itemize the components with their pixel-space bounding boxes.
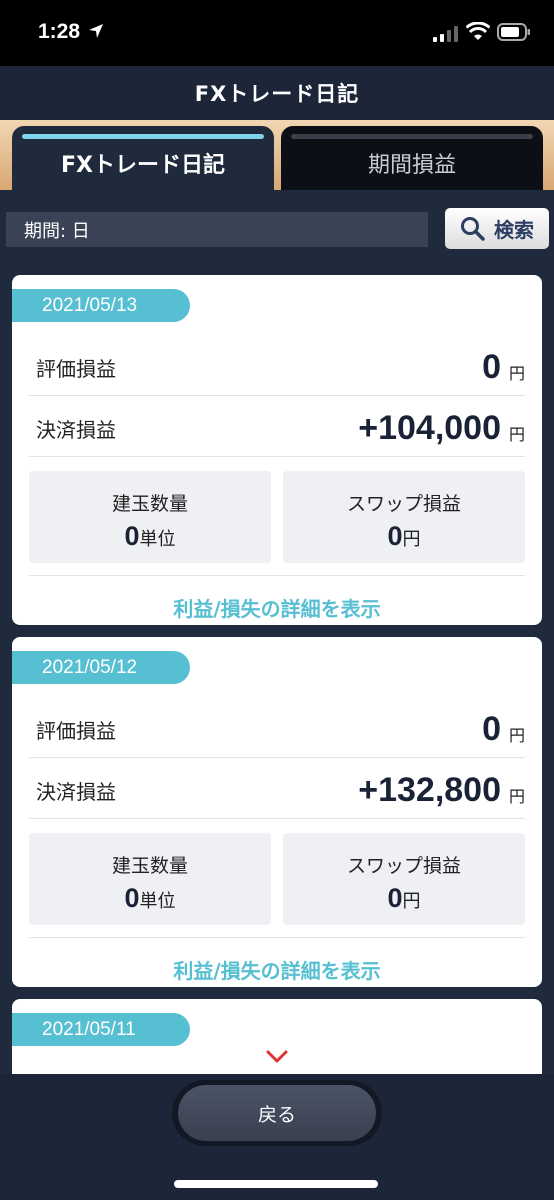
- tab-label: FXトレード日記: [61, 153, 225, 178]
- search-button-label: 検索: [494, 218, 534, 242]
- tab-label: 期間損益: [367, 153, 456, 178]
- home-indicator: [174, 1180, 378, 1188]
- diary-card: 2021/05/13 評価損益 0 円 決済損益 +104,000 円 建玉数量…: [12, 275, 542, 625]
- realized-pnl-unit: 円: [508, 787, 525, 806]
- realized-pnl-label: 決済損益: [36, 780, 116, 804]
- date-badge: 2021/05/12: [12, 651, 190, 684]
- position-quantity-box: 建玉数量 0単位: [29, 471, 271, 563]
- realized-pnl-value: +132,800: [358, 771, 501, 809]
- chevron-down-icon[interactable]: [266, 1050, 288, 1064]
- unrealized-pnl-value: 0: [482, 710, 501, 748]
- bottom-bar: 戻る: [0, 1074, 554, 1200]
- diary-card: 2021/05/12 評価損益 0 円 決済損益 +132,800 円 建玉数量…: [12, 637, 542, 987]
- status-time: 1:28: [38, 20, 81, 43]
- swap-pnl-value: 0: [387, 521, 403, 551]
- position-quantity-value: 0: [124, 883, 140, 913]
- swap-pnl-value: 0: [387, 883, 403, 913]
- back-button[interactable]: 戻る: [178, 1085, 376, 1141]
- page-title: FXトレード日記: [194, 82, 360, 106]
- tab-fx-trade-diary[interactable]: FXトレード日記: [12, 126, 274, 190]
- unrealized-pnl-row: 評価損益 0 円: [29, 335, 525, 396]
- swap-pnl-unit: 円: [402, 891, 421, 912]
- realized-pnl-value: +104,000: [358, 409, 501, 447]
- swap-pnl-box: スワップ損益 0円: [283, 471, 525, 563]
- period-selector[interactable]: 期間: 日: [6, 212, 428, 247]
- divider: [29, 937, 525, 938]
- position-quantity-box: 建玉数量 0単位: [29, 833, 271, 925]
- unrealized-pnl-value: 0: [482, 348, 501, 386]
- navigation-bar: FXトレード日記: [0, 66, 554, 120]
- date-badge: 2021/05/13: [12, 289, 190, 322]
- unrealized-pnl-row: 評価損益 0 円: [29, 697, 525, 758]
- tab-indicator: [291, 134, 533, 139]
- realized-pnl-row: 決済損益 +132,800 円: [29, 758, 525, 819]
- unrealized-pnl-unit: 円: [508, 726, 525, 745]
- tab-active-indicator: [22, 134, 264, 139]
- location-arrow-icon: [89, 24, 103, 38]
- status-bar: 1:28: [0, 0, 554, 66]
- swap-pnl-box: スワップ損益 0円: [283, 833, 525, 925]
- swap-pnl-label: スワップ損益: [346, 855, 461, 877]
- position-quantity-value: 0: [124, 521, 140, 551]
- filter-bar: 期間: 日 検索: [0, 190, 554, 262]
- position-quantity-unit: 単位: [139, 891, 176, 912]
- realized-pnl-unit: 円: [508, 425, 525, 444]
- stats-boxes: 建玉数量 0単位 スワップ損益 0円: [29, 833, 525, 925]
- show-pnl-details-link[interactable]: 利益/損失の詳細を表示: [12, 955, 542, 984]
- show-pnl-details-link[interactable]: 利益/損失の詳細を表示: [12, 593, 542, 622]
- date-badge: 2021/05/11: [12, 1013, 190, 1046]
- swap-pnl-label: スワップ損益: [346, 493, 461, 515]
- position-quantity-label: 建玉数量: [111, 493, 188, 515]
- realized-pnl-row: 決済損益 +104,000 円: [29, 396, 525, 457]
- trade-diary-list[interactable]: 2021/05/13 評価損益 0 円 決済損益 +104,000 円 建玉数量…: [0, 262, 554, 1074]
- realized-pnl-label: 決済損益: [36, 418, 116, 442]
- swap-pnl-unit: 円: [402, 529, 421, 550]
- tab-period-pnl[interactable]: 期間損益: [281, 126, 543, 190]
- search-button[interactable]: 検索: [445, 208, 549, 249]
- divider: [29, 575, 525, 576]
- wifi-icon: [466, 22, 490, 40]
- position-quantity-label: 建玉数量: [111, 855, 188, 877]
- tab-bar: FXトレード日記 期間損益: [0, 120, 554, 190]
- unrealized-pnl-label: 評価損益: [36, 719, 116, 743]
- battery-icon: [497, 23, 530, 41]
- unrealized-pnl-unit: 円: [508, 364, 525, 383]
- search-icon: [461, 216, 485, 241]
- position-quantity-unit: 単位: [139, 529, 176, 550]
- stats-boxes: 建玉数量 0単位 スワップ損益 0円: [29, 471, 525, 563]
- cellular-signal-icon: [433, 26, 458, 42]
- unrealized-pnl-label: 評価損益: [36, 357, 116, 381]
